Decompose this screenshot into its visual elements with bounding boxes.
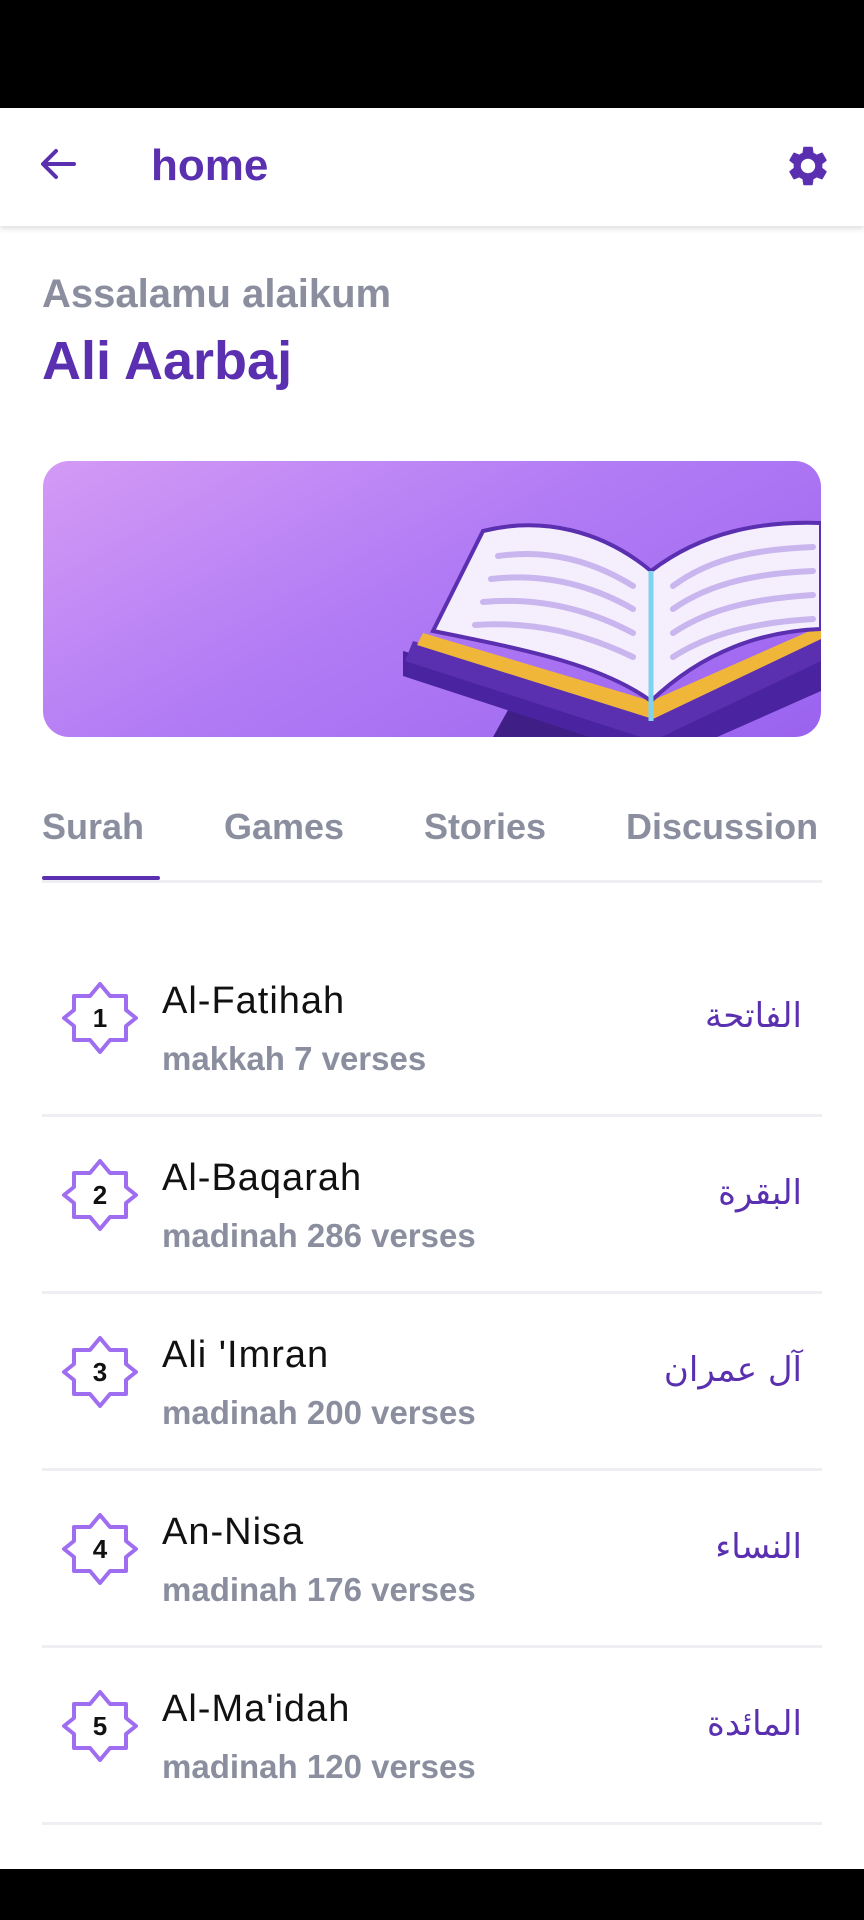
surah-number-badge: 2	[62, 1157, 138, 1233]
surah-list-item[interactable]: 3 Ali 'Imran madinah 200 verses آل عمران	[42, 1294, 822, 1471]
surah-number: 5	[92, 1711, 108, 1741]
tab-discussion[interactable]: Discussion	[626, 790, 818, 864]
surah-number: 1	[92, 1003, 108, 1033]
open-quran-book-icon	[403, 520, 821, 737]
surah-name: Ali 'Imran	[162, 1334, 330, 1376]
tab-stories[interactable]: Stories	[424, 790, 546, 864]
surah-meta: madinah 120 verses	[162, 1748, 476, 1785]
surah-number-badge: 3	[62, 1334, 138, 1410]
surah-number: 4	[92, 1534, 108, 1564]
gear-icon	[784, 142, 832, 195]
surah-list-item[interactable]: 4 An-Nisa madinah 176 verses النساء	[42, 1471, 822, 1648]
greeting-text: Assalamu alaikum	[42, 272, 392, 316]
surah-name: Al-Fatihah	[162, 980, 346, 1022]
tabs-divider	[42, 880, 822, 883]
surah-arabic-name: المائدة	[707, 1704, 802, 1744]
surah-arabic-name: النساء	[715, 1527, 802, 1567]
surah-number: 2	[92, 1180, 108, 1210]
back-button[interactable]	[30, 138, 86, 194]
settings-button[interactable]	[778, 138, 838, 198]
surah-number: 3	[92, 1357, 108, 1387]
app-bar: home	[0, 108, 864, 226]
tab-games[interactable]: Games	[224, 790, 344, 864]
quran-banner[interactable]	[43, 461, 821, 737]
tab-bar: Surah Games Stories Discussion	[42, 790, 822, 884]
surah-number-badge: 1	[62, 980, 138, 1056]
surah-number-badge: 5	[62, 1688, 138, 1764]
surah-meta: madinah 286 verses	[162, 1217, 476, 1254]
user-name: Ali Aarbaj	[42, 331, 293, 391]
surah-meta: makkah 7 verses	[162, 1040, 427, 1077]
surah-list-item[interactable]: 2 Al-Baqarah madinah 286 verses البقرة	[42, 1117, 822, 1294]
surah-arabic-name: البقرة	[718, 1173, 802, 1213]
page-title: home	[151, 141, 269, 190]
surah-name: An-Nisa	[162, 1511, 305, 1553]
active-tab-indicator	[42, 876, 160, 880]
surah-meta: madinah 176 verses	[162, 1571, 476, 1608]
surah-name: Al-Baqarah	[162, 1157, 363, 1199]
surah-list: 1 Al-Fatihah makkah 7 verses الفاتحة 2 A…	[42, 940, 822, 1825]
surah-name: Al-Ma'idah	[162, 1688, 351, 1730]
surah-list-item[interactable]: 1 Al-Fatihah makkah 7 verses الفاتحة	[42, 940, 822, 1117]
arrow-left-icon	[36, 142, 80, 191]
status-bar	[0, 0, 864, 108]
surah-number-badge: 4	[62, 1511, 138, 1587]
system-navigation-bar	[0, 1869, 864, 1920]
surah-arabic-name: آل عمران	[663, 1350, 802, 1390]
surah-arabic-name: الفاتحة	[704, 996, 802, 1036]
surah-meta: madinah 200 verses	[162, 1394, 476, 1431]
surah-list-item[interactable]: 5 Al-Ma'idah madinah 120 verses المائدة	[42, 1648, 822, 1825]
tab-surah[interactable]: Surah	[42, 790, 144, 864]
